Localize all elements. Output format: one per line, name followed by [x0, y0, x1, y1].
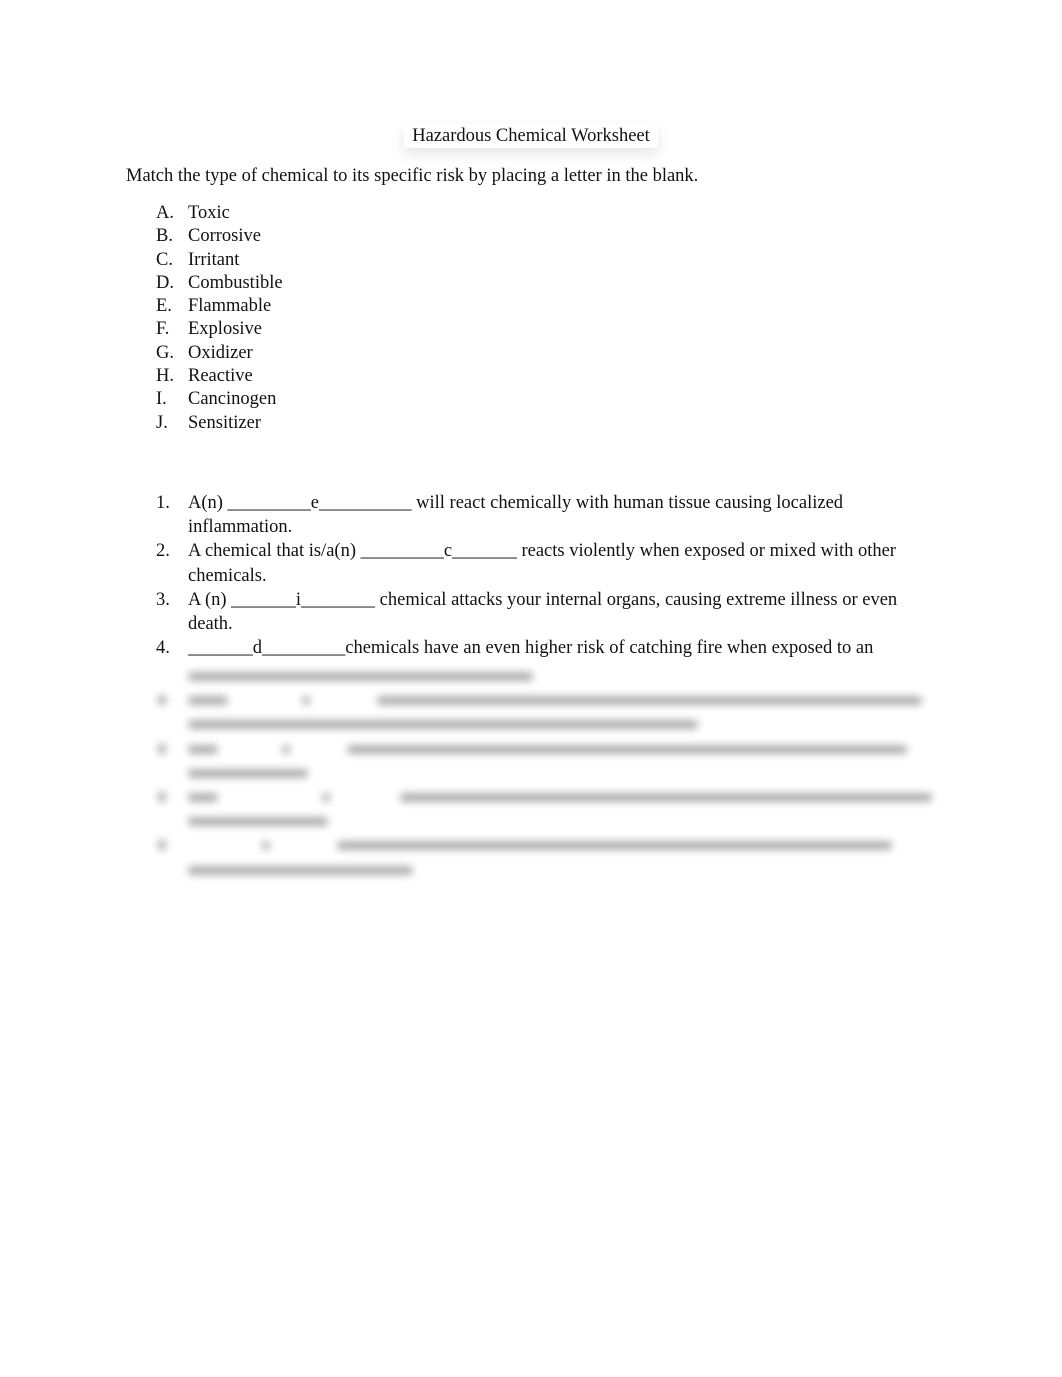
- blurred-line: [152, 833, 942, 857]
- choice-label: Corrosive: [188, 226, 261, 247]
- question-item: 2. A chemical that is/a(n) _________c____…: [156, 539, 946, 587]
- blurred-number: [158, 840, 166, 851]
- choice-label: Irritant: [188, 249, 240, 270]
- choice-item: I. Cancinogen: [156, 388, 283, 411]
- choice-label: Flammable: [188, 296, 272, 317]
- blurred-text-bar: [282, 744, 290, 754]
- choice-label: Reactive: [188, 366, 253, 387]
- blurred-line: [152, 785, 942, 809]
- blurred-line: [152, 664, 942, 688]
- choice-marker: I.: [156, 389, 167, 410]
- blurred-text-bar: [377, 696, 922, 706]
- blurred-number: [158, 791, 166, 802]
- document-title-text: Hazardous Chemical Worksheet: [404, 124, 658, 148]
- instructions: Match the type of chemical to its specif…: [126, 166, 699, 186]
- choice-marker: D.: [156, 272, 174, 293]
- question-item: 1. A(n) _________e__________ will react c…: [156, 491, 946, 539]
- question-text: A chemical that is/a(n) _________c______…: [188, 541, 896, 586]
- choice-marker: E.: [156, 296, 172, 317]
- blurred-line: [152, 761, 942, 785]
- question-item: 3. A (n) _______i________ chemical attack…: [156, 588, 946, 636]
- blurred-text-bar: [188, 672, 533, 681]
- blurred-text-bar: [347, 744, 907, 754]
- question-item: 4. _______d_________chemicals have an eve…: [156, 636, 946, 660]
- question-number: 2.: [156, 541, 170, 562]
- choice-marker: H.: [156, 366, 174, 387]
- blurred-line: [152, 712, 942, 736]
- choice-item: C. Irritant: [156, 249, 283, 272]
- blurred-text-bar: [188, 696, 228, 706]
- choice-marker: J.: [156, 412, 168, 433]
- choice-label: Cancinogen: [188, 389, 277, 410]
- question-number: 4.: [156, 638, 170, 659]
- blurred-text-bar: [337, 841, 892, 851]
- blurred-text-bar: [188, 865, 413, 875]
- blurred-text-bar: [262, 841, 270, 851]
- question-number: 1.: [156, 493, 170, 513]
- choice-marker: A.: [156, 203, 174, 223]
- choice-marker: B.: [156, 226, 173, 247]
- worksheet-page: Hazardous Chemical Worksheet Match the t…: [0, 0, 1062, 1377]
- choice-marker: G.: [156, 342, 174, 363]
- blurred-text-bar: [188, 744, 218, 754]
- choice-item: F. Explosive: [156, 318, 283, 341]
- choice-item: J. Sensitizer: [156, 412, 283, 435]
- choice-label: Explosive: [188, 319, 262, 340]
- blurred-text-bar: [400, 792, 932, 802]
- blurred-line: [152, 737, 942, 761]
- chemical-type-list: A. Toxic B. Corrosive C. Irritant D. Combust…: [156, 202, 283, 435]
- blurred-number: [158, 695, 166, 706]
- choice-item: E. Flammable: [156, 295, 283, 318]
- blurred-text-bar: [188, 792, 218, 802]
- choice-item: G. Oxidizer: [156, 342, 283, 365]
- choice-item: H. Reactive: [156, 365, 283, 388]
- choice-item: B. Corrosive: [156, 225, 283, 248]
- blurred-text-bar: [302, 696, 310, 706]
- blurred-text-bar: [188, 817, 328, 827]
- question-number: 3.: [156, 589, 170, 610]
- question-list: 1. A(n) _________e__________ will react c…: [156, 491, 946, 660]
- blurred-text-bar: [188, 720, 698, 730]
- blurred-line: [152, 858, 942, 882]
- choice-label: Combustible: [188, 272, 283, 293]
- choice-item: D. Combustible: [156, 272, 283, 295]
- question-text: A(n) _________e__________ will react che…: [188, 493, 844, 538]
- choice-label: Toxic: [188, 203, 230, 223]
- document-title: Hazardous Chemical Worksheet: [0, 124, 1062, 148]
- choice-marker: C.: [156, 249, 173, 270]
- choice-item: A. Toxic: [156, 202, 283, 225]
- blurred-line: [152, 688, 942, 712]
- blurred-content: [152, 664, 942, 882]
- question-text: A (n) _______i________ chemical attacks …: [188, 589, 898, 635]
- blurred-line: [152, 809, 942, 833]
- choice-label: Sensitizer: [188, 412, 261, 433]
- blurred-text-bar: [322, 792, 330, 802]
- blurred-text-bar: [188, 768, 308, 778]
- blurred-number: [158, 743, 166, 754]
- choice-marker: F.: [156, 319, 170, 340]
- choice-label: Oxidizer: [188, 342, 253, 363]
- question-text: _______d_________chemicals have an even …: [188, 638, 874, 659]
